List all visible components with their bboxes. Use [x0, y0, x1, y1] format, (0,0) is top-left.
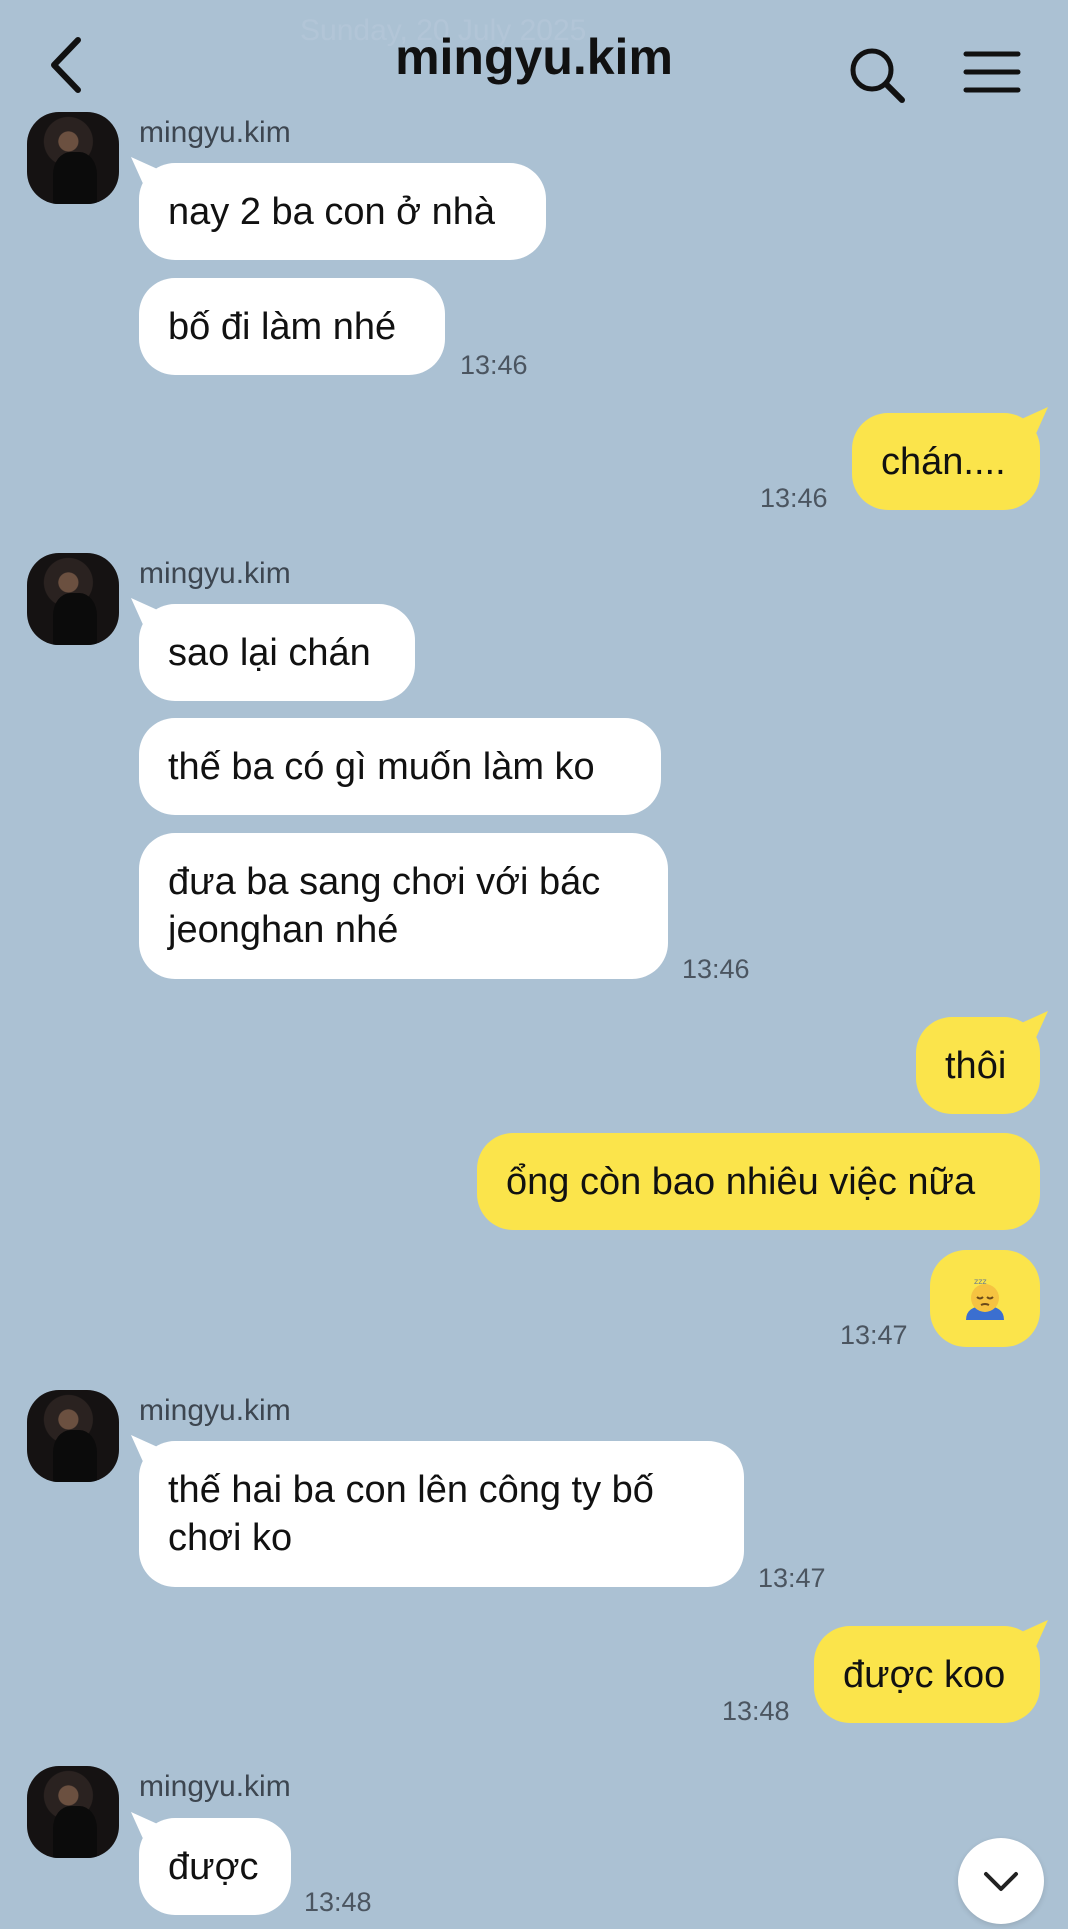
search-icon: [850, 48, 905, 103]
scroll-to-bottom-button[interactable]: [958, 1838, 1044, 1924]
sender-name: mingyu.kim: [139, 1394, 291, 1427]
sender-name: mingyu.kim: [139, 557, 291, 590]
sleepy-face-emoji: zzz: [966, 1277, 1004, 1320]
message-time: 13:47: [758, 1563, 826, 1593]
chevron-down-icon: [984, 1872, 1018, 1891]
message-time: 13:48: [304, 1887, 372, 1917]
svg-text:zzz: zzz: [974, 1277, 987, 1286]
avatar[interactable]: [27, 1766, 119, 1858]
message-bubble[interactable]: được: [139, 1818, 291, 1915]
message-bubble[interactable]: ổng còn bao nhiêu việc nữa: [477, 1133, 1040, 1230]
message-bubble[interactable]: được koo: [814, 1626, 1040, 1723]
search-button[interactable]: [848, 46, 908, 106]
message-bubble[interactable]: bố đi làm nhé: [139, 278, 445, 375]
message-bubble[interactable]: chán....: [852, 413, 1040, 510]
chat-header: Sunday, 20 July 2025 mingyu.kim: [0, 0, 1068, 120]
message-time: 13:47: [840, 1320, 908, 1350]
message-time: 13:46: [682, 954, 750, 984]
message-time: 13:46: [760, 483, 828, 513]
message-bubble[interactable]: nay 2 ba con ở nhà: [139, 163, 546, 260]
message-bubble[interactable]: sao lại chán: [139, 604, 415, 701]
avatar[interactable]: [27, 1390, 119, 1482]
message-time: 13:46: [460, 350, 528, 380]
message-bubble[interactable]: thế ba có gì muốn làm ko: [139, 718, 661, 815]
avatar[interactable]: [27, 553, 119, 645]
message-bubble[interactable]: thế hai ba con lên công ty bố chơi ko: [139, 1441, 744, 1587]
emoji-message-bubble[interactable]: zzz: [930, 1250, 1040, 1347]
avatar[interactable]: [27, 112, 119, 204]
message-bubble[interactable]: đưa ba sang chơi với bác jeonghan nhé: [139, 833, 668, 979]
message-time: 13:48: [722, 1696, 790, 1726]
sender-name: mingyu.kim: [139, 116, 291, 149]
hamburger-menu-icon: [963, 51, 1021, 93]
message-bubble[interactable]: thôi: [916, 1017, 1040, 1114]
menu-button[interactable]: [962, 48, 1022, 100]
sender-name: mingyu.kim: [139, 1770, 291, 1803]
